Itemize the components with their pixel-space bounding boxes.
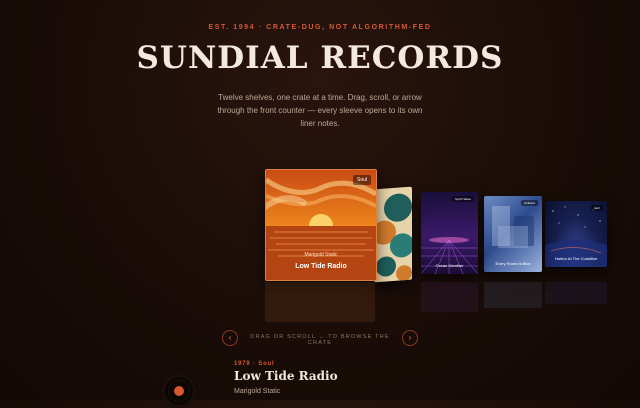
browse-hint: DRAG OR SCROLL ← TO BROWSE THE CRATE: [250, 334, 390, 346]
album-sleeve-active[interactable]: Soul Marigold Static Low Tide Radio: [265, 169, 377, 281]
crate-controls: ‹ DRAG OR SCROLL ← TO BROWSE THE CRATE ›: [220, 330, 420, 346]
album-sleeve[interactable]: Ambient Every Room is Blue: [484, 196, 542, 272]
album-title: Low Tide Radio: [234, 369, 338, 383]
sleeve-caption: Ocean Weather: [435, 263, 464, 268]
chevron-left-icon[interactable]: ‹: [222, 330, 238, 346]
album-year-genre: 1979 · Soul: [234, 361, 275, 367]
genre-tag: Soul: [352, 175, 371, 185]
album-sleeve[interactable]: [374, 186, 412, 283]
sleeve-caption: Every Room is Blue: [495, 261, 531, 266]
record-crate[interactable]: Jazz Harbor At The Coastline Ambient Eve…: [0, 0, 640, 322]
album-artist: Marigold Static: [234, 388, 281, 395]
genre-tag: Jazz: [590, 205, 603, 211]
sleeve-art: [421, 237, 478, 274]
genre-tag: Synth Wave: [451, 196, 474, 202]
genre-tag: Ambient: [520, 200, 538, 206]
album-sleeve[interactable]: Synth Wave Ocean Weather: [421, 192, 478, 274]
album-sleeve[interactable]: Jazz Harbor At The Coastline: [545, 201, 607, 267]
sleeve-caption: Harbor At The Coastline: [554, 256, 598, 261]
sleeve-art: [374, 193, 412, 282]
vinyl-record-icon: [162, 374, 196, 408]
crate-reflection: [260, 282, 620, 322]
chevron-right-icon[interactable]: ›: [402, 330, 418, 346]
sleeve-album: Low Tide Radio: [295, 263, 347, 270]
sleeve-artist: Marigold Static: [304, 252, 338, 258]
